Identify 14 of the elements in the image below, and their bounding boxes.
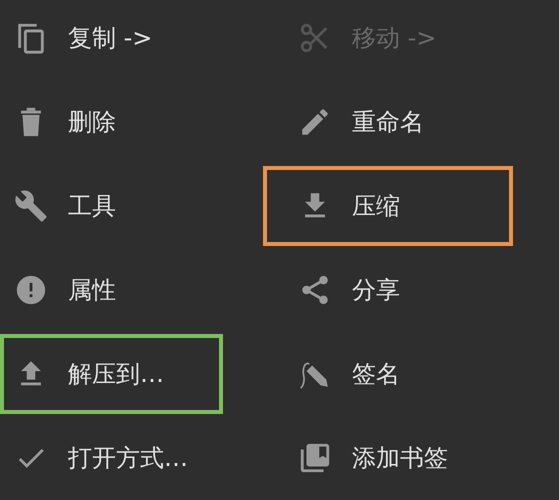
menu-item[interactable]: 分享	[263, 250, 513, 330]
menu-item[interactable]: 复制 ->	[0, 0, 223, 78]
menu-item[interactable]: 签名	[263, 334, 513, 414]
menu-item[interactable]: 工具	[0, 166, 223, 246]
alert-icon	[14, 273, 48, 307]
menu-item[interactable]: 删除	[0, 82, 223, 162]
menu-item[interactable]: 添加书签	[263, 418, 513, 498]
menu-item[interactable]: 打开方式…	[0, 418, 223, 498]
wrench-icon	[14, 189, 48, 223]
menu-item[interactable]: 重命名	[263, 82, 513, 162]
bookmarks-icon	[298, 441, 332, 475]
menu-item[interactable]: 解压到…	[0, 334, 223, 414]
menu-item[interactable]: 属性	[0, 250, 223, 330]
menu-item[interactable]: 压缩	[263, 166, 513, 246]
